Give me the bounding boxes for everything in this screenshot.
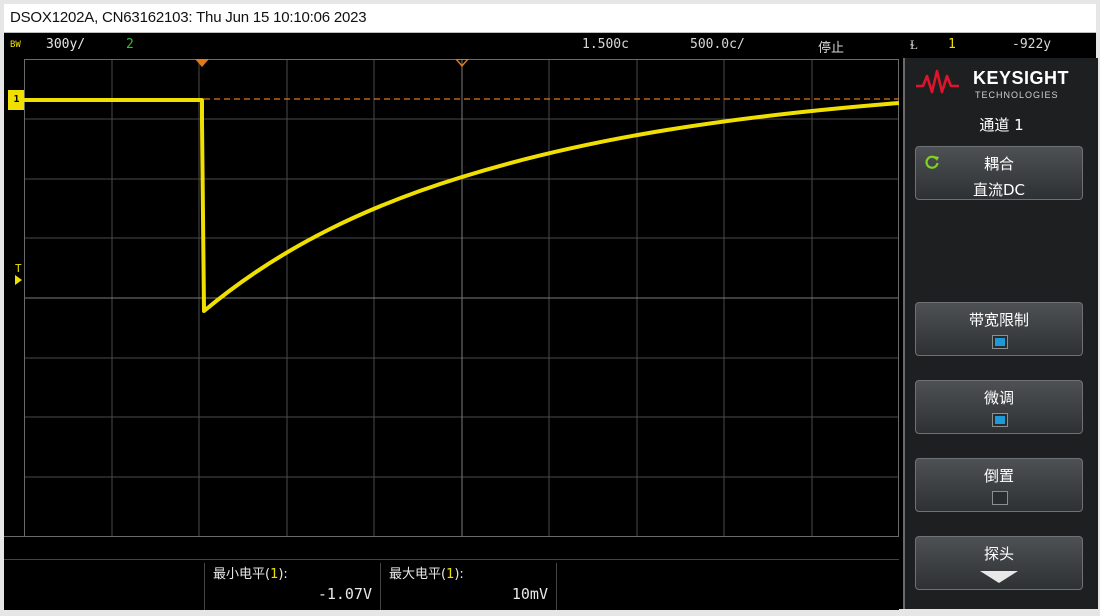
trigger-level-arrow-icon[interactable] [15, 275, 22, 285]
brand-subtitle: TECHNOLOGIES [975, 90, 1059, 100]
menu-title: 通道 1 [979, 116, 1024, 134]
ch2-indicator[interactable]: 2 [126, 37, 134, 52]
measurement-max[interactable]: 最大电平(1): 10mV [380, 563, 557, 610]
fine-button[interactable]: 微调 [915, 380, 1083, 434]
channel1-ground-marker[interactable]: 1 [8, 90, 25, 110]
waveform-plot[interactable] [24, 59, 899, 537]
bw-limit-checkbox[interactable] [992, 335, 1008, 349]
time-offset[interactable]: 1.500с [582, 37, 629, 52]
measurement-max-label: 最大电平(1): [389, 567, 464, 582]
scope-screen: BW 300у/ 2 1.500с 500.0с/ 停止 Ɫ 1 -922у 1… [4, 33, 1098, 610]
status-bar: BW 300у/ 2 1.500с 500.0с/ 停止 Ɫ 1 -922у [4, 33, 1096, 57]
measurement-max-value: 10mV [511, 585, 548, 603]
measurement-header-row [4, 537, 899, 560]
bw-limit-button[interactable]: 带宽限制 [915, 302, 1083, 356]
bw-limit-label: 带宽限制 [968, 311, 1029, 329]
measurement-min[interactable]: 最小电平(1): -1.07V [204, 563, 380, 610]
window-titlebar: DSOX1202A, CN63162103: Thu Jun 15 10:10:… [4, 4, 1096, 33]
invert-button[interactable]: 倒置 [915, 458, 1083, 512]
trigger-edge-icon: Ɫ [910, 38, 918, 53]
invert-checkbox[interactable] [992, 491, 1008, 505]
trigger-level[interactable]: -922у [1012, 37, 1051, 52]
measurement-min-label: 最小电平(1): [213, 567, 288, 582]
probe-label: 探头 [983, 545, 1014, 563]
waveform-grid [24, 59, 899, 537]
invert-label: 倒置 [983, 467, 1014, 485]
measurement-bar: 最小电平(1): -1.07V 最大电平(1): 10mV [4, 536, 899, 610]
fine-checkbox[interactable] [992, 413, 1008, 427]
measurement-min-value: -1.07V [317, 585, 372, 603]
bw-limit-tag: BW [10, 40, 21, 50]
keysight-logo: KEYSIGHT TECHNOLOGIES [915, 64, 1090, 104]
keysight-wave-icon [916, 69, 959, 94]
trigger-level-label: T [15, 262, 22, 275]
trigger-source[interactable]: 1 [948, 37, 956, 52]
brand-name: KEYSIGHT [973, 68, 1070, 88]
run-state: 停止 [818, 41, 845, 56]
ch1-scale[interactable]: 300у/ [46, 37, 85, 52]
probe-button[interactable]: 探头 [915, 536, 1083, 590]
down-arrow-icon [980, 571, 1018, 583]
coupling-value: 直流DC [972, 181, 1026, 199]
time-scale[interactable]: 500.0с/ [690, 37, 745, 52]
fine-label: 微调 [983, 389, 1014, 407]
trigger-position-marker [195, 59, 209, 67]
coupling-button[interactable]: 耦合 直流DC [915, 146, 1083, 200]
softkey-panel: KEYSIGHT TECHNOLOGIES 通道 1 耦合 直流DC 带宽限制 … [903, 58, 1098, 609]
window-title: DSOX1202A, CN63162103: Thu Jun 15 10:10:… [10, 9, 367, 26]
coupling-label: 耦合 [983, 155, 1014, 173]
